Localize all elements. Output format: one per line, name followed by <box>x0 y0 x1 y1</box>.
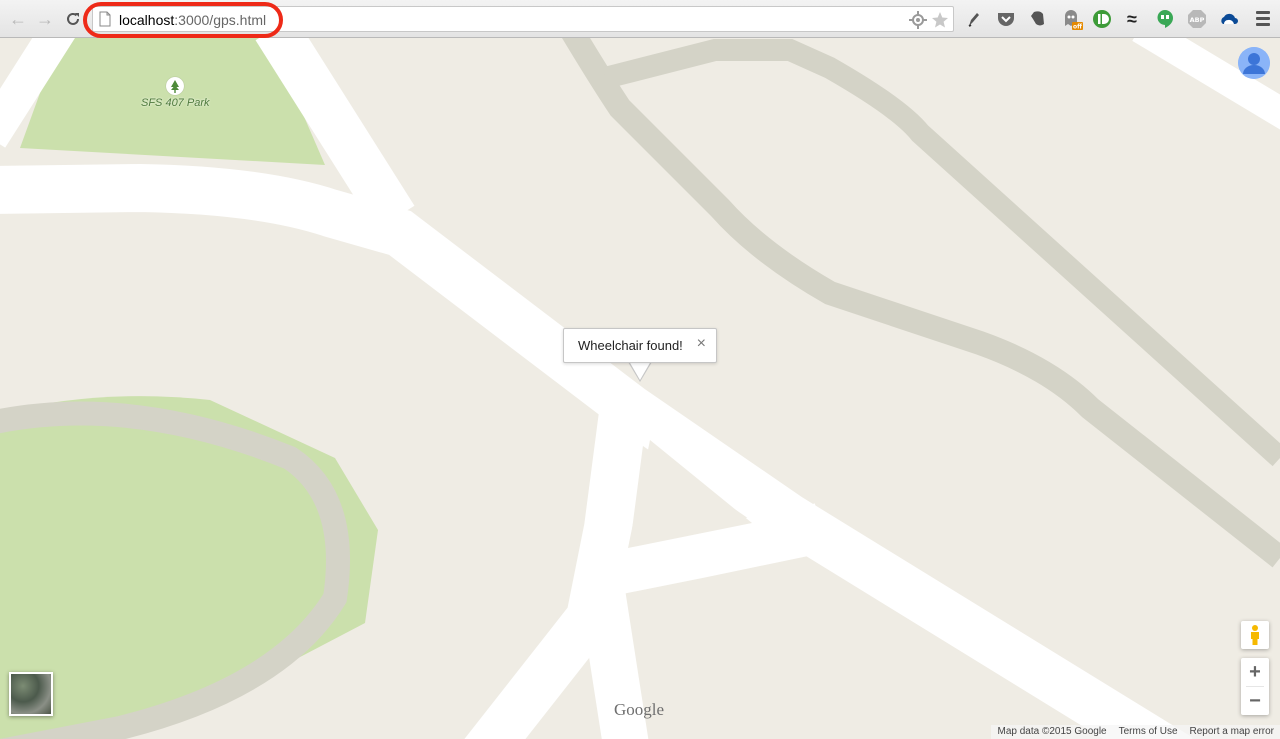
hangouts-icon[interactable] <box>1155 9 1175 29</box>
zoom-out-button[interactable]: − <box>1241 687 1269 715</box>
url-text[interactable]: localhost:3000/gps.html <box>119 12 266 28</box>
star-icon[interactable] <box>931 11 949 29</box>
pen-extension-icon[interactable] <box>964 9 984 29</box>
zoom-control: + − <box>1241 658 1269 715</box>
satellite-toggle[interactable] <box>9 672 53 716</box>
address-bar[interactable]: localhost:3000/gps.html <box>92 6 954 32</box>
browser-toolbar: ← → localhost:3000/gps.html off ≈ ABP <box>0 0 1280 38</box>
pegman-icon[interactable] <box>1241 621 1269 649</box>
adblock-plus-label: ABP <box>1190 16 1205 24</box>
forward-arrow-icon[interactable]: → <box>35 8 55 30</box>
zoom-in-button[interactable]: + <box>1241 658 1269 686</box>
wave-extension-icon[interactable]: ≈ <box>1122 9 1142 29</box>
page-icon <box>99 11 111 27</box>
avatar[interactable] <box>1238 47 1270 79</box>
close-icon[interactable]: × <box>697 335 706 353</box>
ghostery-icon[interactable]: off <box>1060 9 1084 31</box>
reload-icon[interactable] <box>63 8 83 30</box>
infowindow-text: Wheelchair found! <box>578 338 683 353</box>
adblock-plus-icon[interactable]: ABP <box>1187 9 1207 29</box>
pushbullet-icon[interactable] <box>1092 9 1112 29</box>
report-map-error-link[interactable]: Report a map error <box>1184 725 1280 739</box>
park-tree-icon <box>166 77 184 95</box>
url-host: localhost <box>119 12 175 28</box>
ghostery-off-badge: off <box>1073 24 1082 31</box>
location-icon[interactable] <box>909 11 927 29</box>
map-canvas[interactable]: SFS 407 Park Wheelchair found! × + − Goo… <box>0 38 1280 739</box>
infowindow-pointer-fill <box>629 361 651 380</box>
terms-of-use-link[interactable]: Terms of Use <box>1113 725 1184 739</box>
cloud-icon[interactable] <box>1219 9 1239 29</box>
evernote-icon[interactable] <box>1028 9 1048 29</box>
google-logo[interactable]: Google <box>614 700 664 720</box>
infowindow: Wheelchair found! × <box>563 328 717 363</box>
map-tiles <box>0 38 1280 739</box>
park-label[interactable]: SFS 407 Park <box>141 97 209 109</box>
map-data-attribution: Map data ©2015 Google <box>997 726 1107 737</box>
pocket-icon[interactable] <box>996 9 1016 29</box>
back-arrow-icon[interactable]: ← <box>8 8 28 30</box>
map-footer: Map data ©2015 Google Terms of Use Repor… <box>991 725 1280 739</box>
url-path: :3000/gps.html <box>174 12 267 28</box>
hamburger-menu-icon[interactable] <box>1256 11 1270 27</box>
